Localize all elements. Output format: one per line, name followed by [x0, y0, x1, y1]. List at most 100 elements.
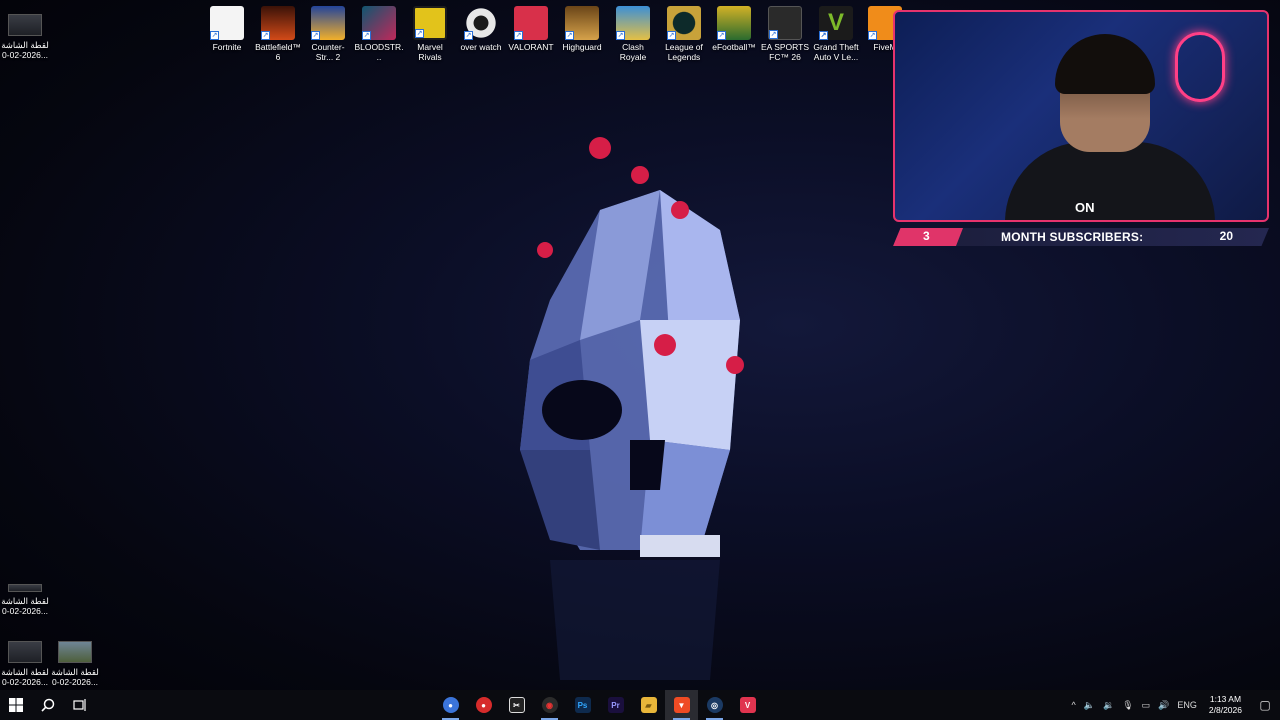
taskbar-app-capcut[interactable]: ✂: [500, 690, 533, 720]
chrome-icon: ●: [442, 697, 459, 713]
marvel-rivals-shortcut[interactable]: ↗ Marvel Rivals: [405, 0, 455, 62]
microphone-icon[interactable]: 🎙: [1118, 700, 1137, 711]
speaker-alt-icon[interactable]: 🔉: [1099, 700, 1118, 711]
shortcut-label: Counter-Str... 2: [311, 42, 345, 62]
file-label: لقطة الشاشة 2026-02-0...: [1, 667, 49, 687]
image-file-icon: [58, 641, 92, 663]
image-file-icon: [8, 14, 42, 36]
system-tray: ^ 🔈 🔉 🎙 ▭ 🔊 ENG 1:13 AM 2/8/2026 ▢: [1068, 690, 1280, 720]
bloodstrike-icon: ↗: [362, 6, 396, 40]
webcam-overlay: ON: [893, 10, 1269, 222]
task-view-button[interactable]: [64, 690, 96, 720]
taskbar-app-red-circle[interactable]: ◉: [533, 690, 566, 720]
streamer-body: [1005, 142, 1215, 220]
battlefield-icon: ↗: [261, 6, 295, 40]
start-button[interactable]: [0, 690, 32, 720]
streamer-hair: [1055, 34, 1155, 94]
capcut-icon: ✂: [508, 697, 525, 713]
cam-tag: ON: [1075, 200, 1095, 215]
taskbar-app-file-explorer[interactable]: ▰: [632, 690, 665, 720]
taskbar-app-steam[interactable]: ◎: [698, 690, 731, 720]
subscriber-label: MONTH SUBSCRIBERS:: [1001, 230, 1144, 244]
screenshot-file[interactable]: لقطة الشاشة 2026-02-0...: [0, 629, 50, 687]
clock[interactable]: 1:13 AM 2/8/2026: [1201, 694, 1250, 716]
gta-icon: V ↗: [819, 6, 853, 40]
taskbar-apps: ● ● ✂ ◉ Ps Pr ▰ ▼ ◎ V: [434, 690, 764, 720]
valorant-shortcut[interactable]: ↗ VALORANT: [506, 0, 556, 52]
shortcut-label: Fortnite: [212, 42, 242, 52]
shortcut-label: Clash Royale: [619, 42, 647, 62]
ea-fc-shortcut[interactable]: ↗ EA SPORTS FC™ 26: [760, 0, 810, 62]
windows-icon: [9, 698, 23, 712]
ea-fc-icon: ↗: [768, 6, 802, 40]
image-file-icon: [8, 641, 42, 663]
file-label: لقطة الشاشة 2026-02-0...: [51, 667, 99, 687]
highguard-shortcut[interactable]: ↗ Highguard: [557, 0, 607, 52]
sound-icon[interactable]: 🔊: [1154, 700, 1173, 711]
battlefield-shortcut[interactable]: ↗ Battlefield™ 6: [253, 0, 303, 62]
brave-icon: ▼: [673, 697, 690, 713]
shortcut-label: VALORANT: [508, 42, 554, 52]
highguard-icon: ↗: [565, 6, 599, 40]
shortcut-label: EA SPORTS FC™ 26: [760, 42, 810, 62]
league-of-legends-shortcut[interactable]: ↗ League of Legends: [659, 0, 709, 62]
neon-light: [1175, 32, 1225, 102]
subscriber-current: 3: [923, 229, 930, 243]
file-explorer-icon: ▰: [640, 697, 657, 713]
clock-date: 2/8/2026: [1208, 705, 1242, 715]
clash-royale-icon: ↗: [616, 6, 650, 40]
shortcut-label: Highguard: [562, 42, 602, 52]
subscriber-goal: 20: [1219, 229, 1233, 243]
screenshot-file[interactable]: لقطة الشاشة 2026-02-0...: [50, 629, 100, 687]
shortcut-label: BLOODSTR...: [354, 42, 404, 62]
desktop: ↗ Fortnite ↗ Battlefield™ 6 ↗ Counter-St…: [0, 0, 1280, 690]
fortnite-shortcut[interactable]: ↗ Fortnite: [202, 0, 252, 52]
valorant-taskbar-icon: V: [739, 697, 756, 713]
skull-wallpaper-art: [520, 137, 744, 680]
taskbar-app-premiere[interactable]: Pr: [599, 690, 632, 720]
shortcut-label: eFootball™: [712, 42, 756, 52]
subscriber-bar: 3 MONTH SUBSCRIBERS: 20: [893, 228, 1269, 246]
red-app-icon: ●: [475, 697, 492, 713]
file-label: لقطة الشاشة 2026-02-0...: [1, 596, 49, 616]
taskbar-app-valorant[interactable]: V: [731, 690, 764, 720]
premiere-icon: Pr: [607, 697, 624, 713]
efootball-shortcut[interactable]: ↗ eFootball™: [709, 0, 759, 52]
taskbar-app-brave[interactable]: ▼: [665, 690, 698, 720]
image-file-icon: [8, 584, 42, 592]
shortcut-label: Grand Theft Auto V Le...: [813, 42, 859, 62]
chevron-up-icon[interactable]: ^: [1068, 700, 1080, 710]
clock-time: 1:13 AM: [1209, 694, 1242, 704]
red-circle-app-icon: ◉: [541, 697, 558, 713]
speaker-icon[interactable]: 🔈: [1080, 700, 1099, 711]
fortnite-icon: ↗: [210, 6, 244, 40]
efootball-icon: ↗: [717, 6, 751, 40]
notification-icon[interactable]: ▢: [1250, 690, 1280, 720]
overwatch-shortcut[interactable]: ↗ over watch: [456, 0, 506, 52]
valorant-icon: ↗: [514, 6, 548, 40]
taskbar: ● ● ✂ ◉ Ps Pr ▰ ▼ ◎ V ^ 🔈 🔉 🎙 ▭ 🔊 ENG 1:…: [0, 690, 1280, 720]
screenshot-file[interactable]: لقطة الشاشة 2026-02-0...: [0, 572, 50, 616]
photoshop-icon: Ps: [574, 697, 591, 713]
search-button[interactable]: [32, 690, 64, 720]
counter-strike-icon: ↗: [311, 6, 345, 40]
taskbar-app-chrome[interactable]: ●: [434, 690, 467, 720]
marvel-rivals-icon: ↗: [413, 6, 447, 40]
taskbar-app-photoshop[interactable]: Ps: [566, 690, 599, 720]
shortcut-label: over watch: [460, 42, 502, 52]
bloodstrike-shortcut[interactable]: ↗ BLOODSTR...: [354, 0, 404, 62]
clash-royale-shortcut[interactable]: ↗ Clash Royale: [608, 0, 658, 62]
search-icon: [41, 698, 55, 712]
screenshot-file[interactable]: لقطة الشاشة 2026-02-0...: [0, 2, 50, 60]
task-view-icon: [73, 699, 86, 711]
league-of-legends-icon: ↗: [667, 6, 701, 40]
taskbar-app-red[interactable]: ●: [467, 690, 500, 720]
network-icon[interactable]: ▭: [1138, 700, 1155, 711]
shortcut-label: Battlefield™ 6: [255, 42, 301, 62]
overwatch-icon: ↗: [464, 6, 498, 40]
shortcut-label: Marvel Rivals: [417, 42, 443, 62]
counter-strike-shortcut[interactable]: ↗ Counter-Str... 2: [303, 0, 353, 62]
language-indicator[interactable]: ENG: [1173, 700, 1201, 710]
gta-shortcut[interactable]: V ↗ Grand Theft Auto V Le...: [811, 0, 861, 62]
shortcut-label: League of Legends: [665, 42, 703, 62]
